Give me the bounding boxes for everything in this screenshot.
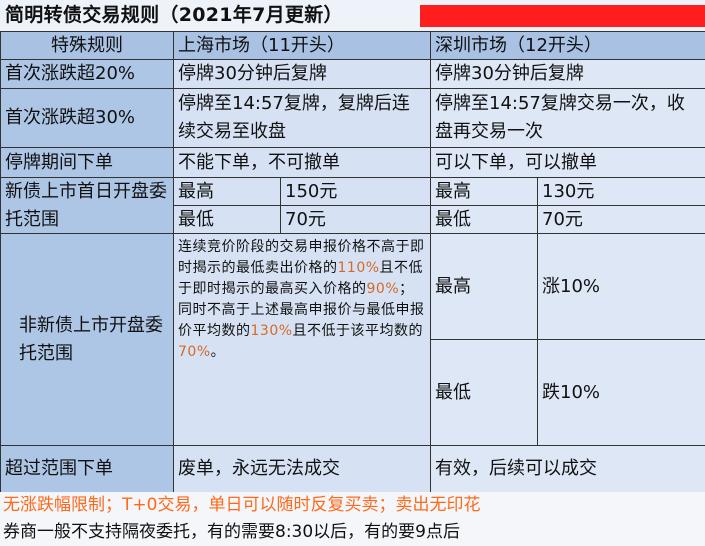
row-over-shanghai: 废单，永远无法成交: [174, 446, 431, 493]
header-shenzhen: 深圳市场（12开头）: [431, 32, 705, 60]
footer-note-black: 券商一般不支持隔夜委托，有的需要8:30以后，有的要9点后: [0, 519, 705, 546]
row-over-shenzhen: 有效，后续可以成交: [431, 446, 705, 493]
header-special-rules: 特殊规则: [1, 32, 174, 60]
nonnew-pct-70: 70%: [178, 344, 211, 360]
row-20-label: 首次涨跌超20%: [1, 60, 174, 89]
row-nonnew-label: 非新债上市开盘委托范围: [1, 234, 174, 446]
newbond-sz-high-label: 最高: [431, 178, 538, 206]
row-30-shanghai: 停牌至14:57复牌，复牌后连续交易至收盘: [174, 89, 431, 148]
page-title: 简明转债交易规则（2021年7月更新）: [5, 4, 343, 26]
row-halt-shanghai: 不能下单，不可撤单: [174, 148, 431, 178]
title-red-bar: [420, 5, 705, 27]
row-halt-shenzhen: 可以下单，可以撤单: [431, 148, 705, 178]
nonnew-sz-low-label: 最低: [431, 340, 538, 446]
nonnew-sz-high-label: 最高: [431, 234, 538, 340]
nonnew-shanghai-rule: 连续竞价阶段的交易申报价格不高于即时揭示的最低卖出价格的110%且不低于即时揭示…: [174, 234, 431, 446]
nonnew-text-5: 。: [210, 344, 226, 360]
title-area: 简明转债交易规则（2021年7月更新）: [0, 0, 705, 31]
newbond-sz-high-value: 130元: [538, 178, 705, 206]
row-20-shenzhen: 停牌30分钟后复牌: [431, 60, 705, 89]
newbond-sh-high-value: 150元: [281, 178, 431, 206]
row-newbond-label: 新债上市首日开盘委托范围: [1, 178, 174, 234]
newbond-sz-low-value: 70元: [538, 206, 705, 234]
nonnew-sz-low-value: 跌10%: [538, 340, 705, 446]
row-over-label: 超过范围下单: [1, 446, 174, 493]
row-30-label: 首次涨跌超30%: [1, 89, 174, 148]
newbond-sz-low-label: 最低: [431, 206, 538, 234]
nonnew-text-4: 且不低于该平均数的: [292, 323, 424, 339]
row-30-shenzhen: 停牌至14:57复牌交易一次，收盘再交易一次: [431, 89, 705, 148]
newbond-sh-low-label: 最低: [174, 206, 281, 234]
nonnew-pct-110: 110%: [337, 260, 380, 276]
nonnew-shanghai-paragraph: 连续竞价阶段的交易申报价格不高于即时揭示的最低卖出价格的110%且不低于即时揭示…: [178, 237, 426, 363]
row-20-shanghai: 停牌30分钟后复牌: [174, 60, 431, 89]
nonnew-pct-130: 130%: [250, 323, 293, 339]
row-halt-label: 停牌期间下单: [1, 148, 174, 178]
nonnew-pct-90: 90%: [366, 281, 400, 297]
header-shanghai: 上海市场（11开头）: [174, 32, 431, 60]
footer-note-orange: 无涨跌幅限制；T+0交易，单日可以随时反复买卖；卖出无印花: [0, 492, 705, 519]
newbond-sh-high-label: 最高: [174, 178, 281, 206]
newbond-sh-low-value: 70元: [281, 206, 431, 234]
rules-table: 特殊规则 上海市场（11开头） 深圳市场（12开头） 首次涨跌超20% 停牌30…: [0, 31, 705, 493]
nonnew-sz-high-value: 涨10%: [538, 234, 705, 340]
